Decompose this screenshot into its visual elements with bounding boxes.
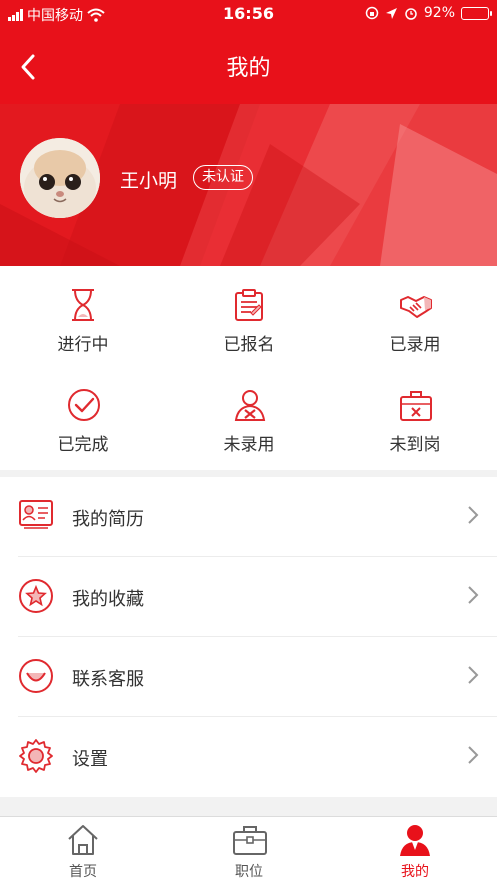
menu-label: 我的简历 xyxy=(72,509,144,530)
profile-banner: 王小明 未认证 xyxy=(0,104,497,266)
menu-label: 我的收藏 xyxy=(72,589,144,610)
menu-item-favorites[interactable]: 我的收藏 xyxy=(0,557,497,637)
home-icon xyxy=(68,825,98,855)
verify-status-badge[interactable]: 未认证 xyxy=(193,165,253,190)
tab-mine[interactable]: 我的 xyxy=(332,817,497,883)
tab-jobs[interactable]: 职位 xyxy=(166,817,332,883)
hourglass-icon xyxy=(72,289,94,321)
cat-avatar-image xyxy=(20,138,100,218)
nav-bar: 我的 xyxy=(0,30,497,104)
chevron-right-icon xyxy=(468,746,479,764)
menu-item-resume[interactable]: 我的简历 xyxy=(0,477,497,557)
check-circle-icon xyxy=(68,389,100,421)
status-hired[interactable]: 已录用 xyxy=(332,266,497,362)
status-completed[interactable]: 已完成 xyxy=(0,366,166,462)
bottom-tab-bar: 首页 职位 我的 xyxy=(0,816,497,883)
order-status-grid: 进行中 已报名 已录用 已完成 未录用 未到岗 xyxy=(0,266,497,470)
alarm-icon xyxy=(405,8,417,20)
star-circle-icon xyxy=(19,579,53,613)
menu-item-customer-service[interactable]: 联系客服 xyxy=(0,637,497,717)
system-icons: 92% xyxy=(365,5,492,21)
menu-label: 设置 xyxy=(72,749,108,770)
menu-item-settings[interactable]: 设置 xyxy=(0,717,497,797)
person-icon xyxy=(400,825,430,856)
tab-label: 首页 xyxy=(69,864,97,880)
smile-circle-icon xyxy=(19,659,53,693)
status-bar: 中国移动 16:56 92% xyxy=(0,0,497,30)
status-label: 未录用 xyxy=(223,435,275,455)
handshake-icon xyxy=(400,296,432,318)
status-registered[interactable]: 已报名 xyxy=(166,266,332,362)
tab-label: 我的 xyxy=(401,864,429,880)
chevron-right-icon xyxy=(468,586,479,604)
status-no-show[interactable]: 未到岗 xyxy=(332,366,497,462)
clipboard-icon xyxy=(235,289,263,321)
avatar[interactable] xyxy=(20,138,100,218)
tab-label: 职位 xyxy=(235,864,263,880)
status-not-hired[interactable]: 未录用 xyxy=(166,366,332,462)
tab-home[interactable]: 首页 xyxy=(0,817,166,883)
menu-label: 联系客服 xyxy=(72,669,144,690)
user-x-icon xyxy=(234,390,266,421)
battery-percent: 92% xyxy=(423,5,455,21)
status-label: 已录用 xyxy=(389,335,441,355)
status-label: 已报名 xyxy=(223,335,275,355)
status-label: 未到岗 xyxy=(389,435,441,455)
battery-icon xyxy=(461,6,492,20)
status-label: 已完成 xyxy=(57,435,109,455)
user-name: 王小明 xyxy=(120,170,178,192)
resume-icon xyxy=(19,500,53,529)
page-title: 我的 xyxy=(226,56,271,81)
status-label: 进行中 xyxy=(57,335,109,355)
menu-list: 我的简历 我的收藏 联系客服 设置 xyxy=(0,477,497,797)
location-icon xyxy=(385,7,397,19)
lock-rotation-icon xyxy=(365,6,379,20)
chevron-right-icon xyxy=(468,506,479,524)
briefcase-icon xyxy=(233,826,267,855)
status-in-progress[interactable]: 进行中 xyxy=(0,266,166,362)
briefcase-x-icon xyxy=(400,391,432,421)
chevron-right-icon xyxy=(468,666,479,684)
gear-icon xyxy=(19,739,53,773)
